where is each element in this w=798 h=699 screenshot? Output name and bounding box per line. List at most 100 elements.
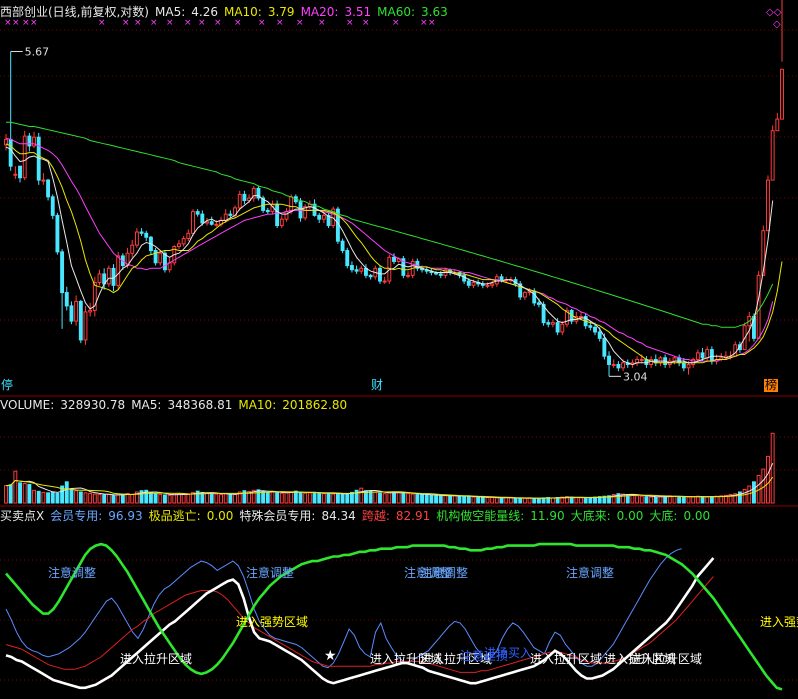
volume-bar [326,492,331,504]
volume-bar [480,496,485,504]
volume-bar [116,494,121,504]
attention-label: 注意调整 [48,565,96,580]
volume-bar [97,494,102,504]
volume-bar [742,488,747,504]
volume-bar [373,491,378,504]
volume-ma5-label: MA5: [131,398,162,412]
volume-ma10-value: 201862.80 [282,398,348,412]
volume-bar [672,495,677,504]
candle-body [242,193,247,201]
stock-chart[interactable]: 5.673.04× × × × × × × × × × × × × × × × × × × × × ×◇◇◇停财榜注意调整… [0,0,798,699]
candle-body [775,118,780,132]
volume-bar [639,495,644,504]
volume-bar [466,496,471,504]
volume-bar [92,493,97,504]
candle-body [681,362,686,369]
volume-bar [69,488,74,504]
candle-body [321,214,326,220]
volume-bar [209,493,214,504]
candle-body [597,331,602,339]
volume-bar [700,496,705,504]
signal-marker: ◇◇ [766,7,782,18]
candle-body [130,244,135,254]
volume-bar [22,483,27,504]
volume-bar [148,492,153,504]
volume-bar [8,484,13,504]
candle-body [74,300,79,322]
candle-body [705,349,710,359]
volume-bar [223,493,228,504]
candle-body [275,203,280,227]
volume-bar [536,497,541,504]
volume-bar [770,432,775,504]
candle-body [555,322,560,333]
volume-bar [508,497,513,504]
volume-bar [476,496,481,504]
star-marker: ★ [324,648,337,664]
volume-bar [345,493,350,504]
candle-body [466,280,471,286]
bottom-label: 大底: [649,509,678,523]
candle-body [349,265,354,271]
candle-body [144,232,149,238]
candle-body [438,273,443,276]
volume-bar [312,491,317,504]
volume-bar [102,494,107,504]
signal-marker: ◇ [773,19,781,30]
candle-body [205,221,209,224]
candle-body [490,283,495,286]
volume-bar [588,496,593,504]
candle-body [522,292,527,298]
candle-body [345,250,350,267]
volume-value: 328930.78 [60,398,126,412]
volume-bar [644,496,649,504]
volume-bar [438,495,443,504]
candle-body [607,355,611,365]
candle-body [139,231,144,234]
volume-bar [88,492,93,504]
candle-body [279,218,284,227]
ma60-value: 3.63 [421,5,448,19]
volume-bar [256,489,261,504]
candle-body [639,358,644,361]
attention-label: 注意调整 [246,565,294,580]
candle-body [289,196,294,213]
bottom-value: 0.00 [683,509,711,523]
buy-in-label: 进场买入 [484,646,532,660]
candle-body [695,352,700,360]
member-label: 会员专用: [50,509,103,523]
volume-bar [74,490,79,504]
volume-bar [382,493,387,504]
candle-body [770,130,775,181]
special-label: 特殊会员专用: [239,509,316,523]
candle-body [340,240,345,252]
volume-bar [340,493,345,504]
candle-body [41,179,46,182]
volume-bar [219,494,223,504]
volume-bar [681,496,686,504]
candle-body [536,302,541,305]
board-marker: 榜 [765,377,777,392]
volume-bar [499,497,504,504]
volume-bar [307,492,312,504]
lift-zone-label: 进入拉升区域 [630,651,702,666]
ma10-value: 3.79 [267,5,295,19]
volume-bar [695,495,700,504]
volume-bar [83,492,88,504]
candle-body [359,267,364,272]
volume-bar [658,496,663,504]
candle-body [22,135,27,179]
volume-bar [186,494,191,504]
volume-bar [130,494,135,504]
volume-bar [4,485,8,504]
candle-body [237,193,242,209]
high-price-label: 5.67 [25,45,50,58]
ma20-line [5,137,774,362]
candle-body [83,311,88,341]
volume-bar [504,496,509,504]
volume-bar [106,494,111,504]
volume-bar [686,496,691,504]
volume-bar [387,492,392,504]
volume-bar [457,495,462,504]
candle-body [177,243,181,248]
